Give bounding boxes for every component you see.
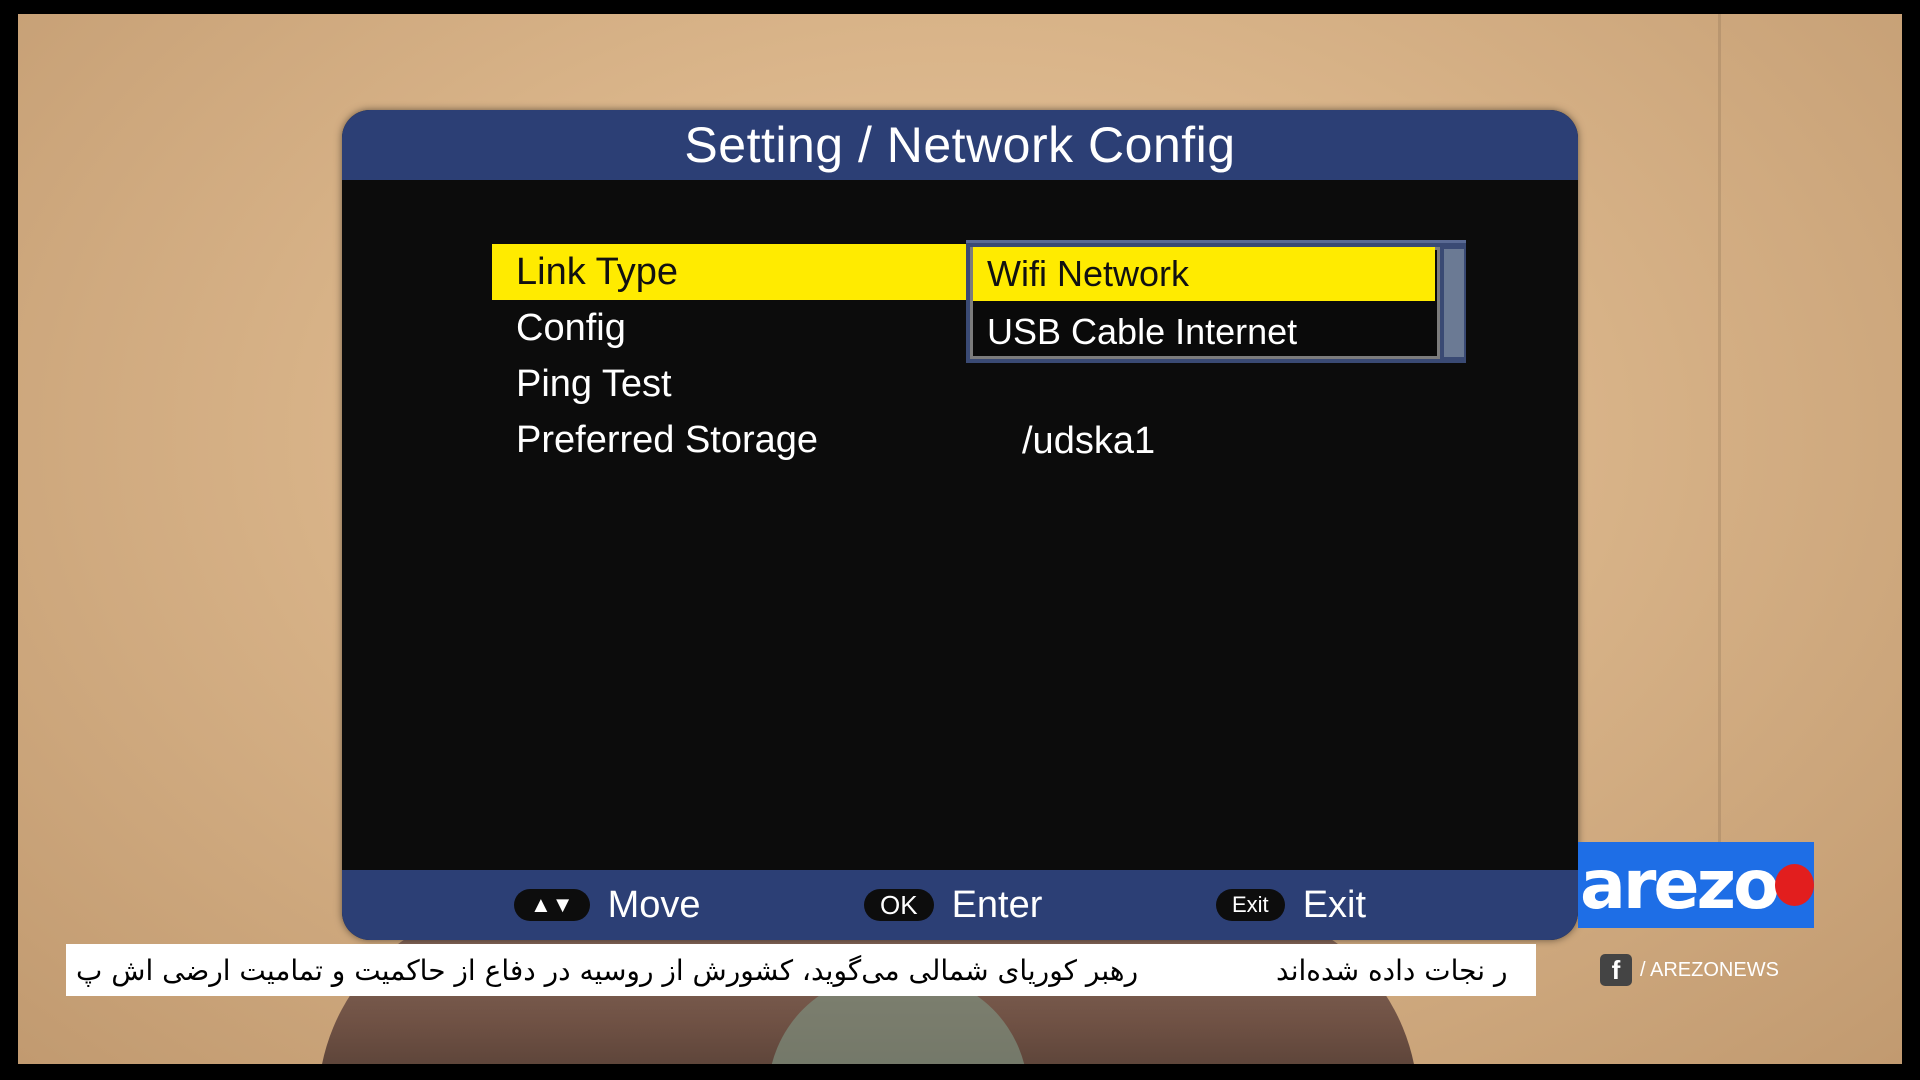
preferred-storage-value: /udska1 xyxy=(1022,420,1156,462)
dropdown-scrollbar[interactable] xyxy=(1444,249,1464,357)
updown-key-icon: ▲▼ xyxy=(514,889,590,921)
hint-exit: Exit Exit xyxy=(1216,880,1366,930)
ticker-text-tail: ر نجات داده شده‌اند xyxy=(1276,953,1508,987)
menu-item-label: Ping Test xyxy=(516,362,672,405)
logo-text: arezo xyxy=(1580,845,1780,925)
menu-item-ping-test[interactable]: Ping Test xyxy=(492,356,1442,412)
dialog-title: Setting / Network Config xyxy=(684,117,1236,173)
dialog-header: Setting / Network Config xyxy=(342,110,1578,180)
dropdown-option-usb[interactable]: USB Cable Internet xyxy=(973,305,1435,359)
menu-item-label: Link Type xyxy=(516,250,678,293)
ticker-text-main: رهبر کوریای شمالی می‌گوید، کشورش از روسی… xyxy=(76,953,1139,987)
network-config-dialog: Setting / Network Config Link Type Confi… xyxy=(342,110,1578,940)
menu-item-label: Config xyxy=(516,306,626,349)
dialog-footer: ▲▼ Move OK Enter Exit Exit xyxy=(342,870,1578,940)
dropdown-list: Wifi Network USB Cable Internet xyxy=(970,247,1440,359)
news-ticker: رهبر کوریای شمالی می‌گوید، کشورش از روسی… xyxy=(66,944,1536,996)
social-handle-text: / AREZONEWS xyxy=(1640,958,1779,981)
hint-move: ▲▼ Move xyxy=(514,880,700,930)
exit-key-icon: Exit xyxy=(1216,889,1285,921)
hint-label: Enter xyxy=(951,883,1043,926)
channel-logo: arezo xyxy=(1578,842,1814,928)
menu-item-label: Preferred Storage xyxy=(516,418,819,461)
hint-label: Exit xyxy=(1302,883,1367,926)
social-handle: f / AREZONEWS xyxy=(1600,954,1779,986)
link-type-dropdown[interactable]: Wifi Network USB Cable Internet xyxy=(966,240,1466,363)
tv-screen: Setting / Network Config Link Type Confi… xyxy=(0,0,1920,1080)
hint-enter: OK Enter xyxy=(864,880,1042,930)
menu-item-preferred-storage[interactable]: Preferred Storage xyxy=(492,412,1442,468)
wall-edge xyxy=(1718,14,1721,914)
hint-label: Move xyxy=(607,883,701,926)
ok-key-icon: OK xyxy=(864,889,934,921)
logo-dot-icon xyxy=(1774,864,1814,906)
dropdown-option-wifi[interactable]: Wifi Network xyxy=(973,247,1435,301)
facebook-icon: f xyxy=(1600,954,1632,986)
